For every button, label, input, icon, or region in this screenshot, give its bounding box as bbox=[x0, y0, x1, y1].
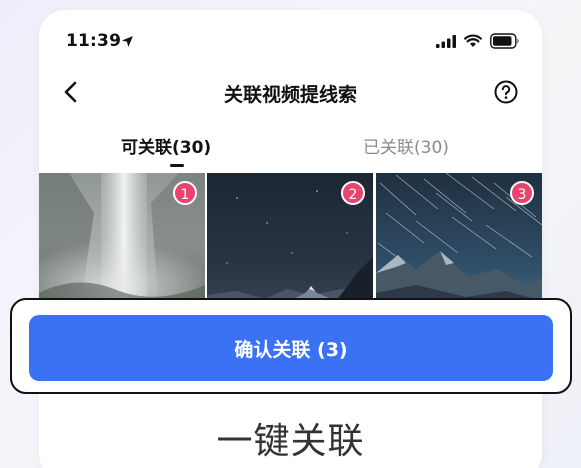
page-title: 关联视频提线索 bbox=[223, 84, 357, 106]
question-circle-icon[interactable] bbox=[494, 80, 518, 104]
tab-indicator bbox=[170, 164, 184, 167]
nav-bar: 关联视频提线索 bbox=[39, 72, 542, 112]
confirm-panel: 确认关联 (3) bbox=[10, 298, 572, 394]
tab-bar: 可关联(30) 已关联(30) bbox=[39, 130, 542, 174]
selection-badge: 3 bbox=[510, 181, 534, 205]
signal-icon bbox=[436, 35, 456, 48]
caption-text: 一键关联 bbox=[216, 421, 365, 462]
wifi-icon bbox=[464, 34, 482, 47]
video-thumbnail[interactable]: 1 bbox=[39, 173, 205, 313]
video-thumbnail[interactable]: 3 bbox=[376, 173, 542, 313]
selection-badge: 2 bbox=[341, 181, 365, 205]
confirm-link-button[interactable]: 确认关联 (3) bbox=[29, 315, 553, 381]
phone-screen: 11:39 关联视频提线索 可关联(30) 已关联(30) 1 2 3 bbox=[39, 10, 542, 468]
status-time: 11:39 bbox=[66, 31, 122, 51]
video-thumbnail[interactable]: 2 bbox=[207, 173, 373, 313]
video-grid: 1 2 3 bbox=[39, 173, 542, 313]
status-bar: 11:39 bbox=[39, 10, 542, 70]
tab-linked[interactable]: 已关联(30) bbox=[363, 133, 449, 158]
battery-icon bbox=[490, 33, 519, 49]
tab-linkable[interactable]: 可关联(30) bbox=[121, 133, 211, 158]
location-arrow-icon bbox=[122, 36, 133, 47]
selection-badge: 1 bbox=[173, 181, 197, 205]
